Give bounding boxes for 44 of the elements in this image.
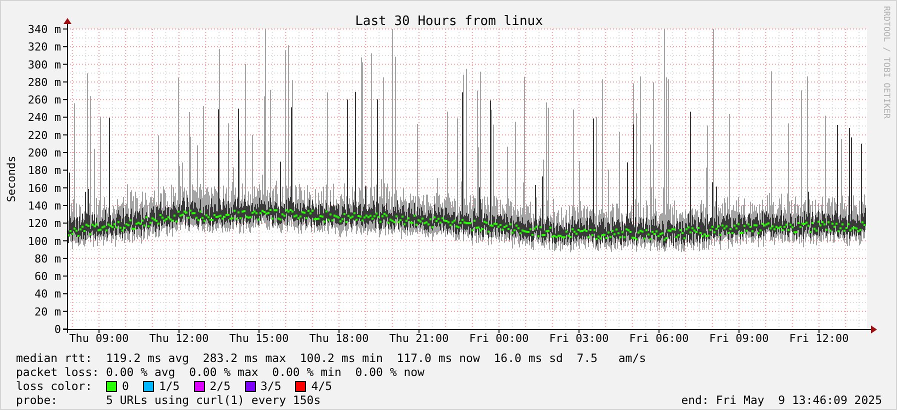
legend-label: median rtt: — [16, 351, 94, 365]
probe-text: 5 URLs using curl(1) every 150s — [106, 393, 321, 407]
x-tick-label: Thu 12:00 — [149, 332, 209, 345]
credit-text: RRDTOOL / TOBI OETIKER — [881, 6, 891, 119]
y-tick-label: 260 m — [28, 94, 61, 107]
y-tick-label: 20 m — [34, 305, 61, 318]
y-tick-label: 220 m — [28, 128, 61, 142]
y-tick-label: 300 m — [28, 58, 61, 72]
y-tick-label: 240 m — [28, 111, 61, 124]
y-axis-title: Seconds — [5, 156, 18, 202]
y-tick-label: 80 m — [34, 252, 61, 266]
x-tick-label: Thu 21:00 — [389, 332, 449, 345]
x-tick-label: Fri 12:00 — [789, 332, 849, 345]
y-tick-label: 340 m — [28, 23, 61, 36]
legend-label: loss color: — [16, 379, 94, 393]
x-tick-label: Thu 09:00 — [69, 332, 129, 345]
y-tick-label: 140 m — [28, 199, 61, 212]
swatch-label: 1/5 — [158, 379, 180, 393]
legend-label: packet loss: — [16, 365, 100, 379]
y-tick-label: 160 m — [28, 182, 61, 195]
x-tick-label: Fri 06:00 — [629, 332, 689, 345]
y-tick-label: 60 m — [34, 270, 61, 284]
chart-title: Last 30 Hours from linux — [355, 14, 543, 29]
x-tick-label: Fri 09:00 — [709, 332, 769, 345]
y-tick-label: 0 — [54, 323, 61, 336]
end-time: end: Fri May 9 13:46:09 2025 — [681, 393, 882, 407]
swatch-label: 3/5 — [260, 379, 282, 393]
stats-text: 119.2 ms avg 283.2 ms max 100.2 ms min 117.0 ms now 16.0 ms sd 7.5 am/s — [106, 351, 646, 365]
x-tick-label: Fri 00:00 — [469, 332, 529, 345]
x-tick-label: Thu 15:00 — [229, 332, 289, 345]
y-tick-label: 100 m — [28, 234, 61, 248]
y-tick-label: 200 m — [28, 146, 61, 160]
y-tick-label: 280 m — [28, 76, 61, 89]
stats-text: 0.00 % avg 0.00 % max 0.00 % min 0.00 % now — [106, 365, 424, 379]
x-tick-label: Fri 03:00 — [549, 332, 609, 345]
swatch-label: 2/5 — [210, 379, 230, 393]
y-tick-label: 40 m — [34, 288, 61, 301]
y-tick-label: 180 m — [28, 164, 61, 178]
x-tick-label: Thu 18:00 — [309, 332, 369, 345]
swatch-label: 0 — [122, 379, 129, 393]
legend-label: probe: — [16, 393, 59, 407]
y-tick-label: 120 m — [28, 217, 61, 230]
y-tick-label: 320 m — [28, 40, 61, 54]
swatch-label: 4/5 — [311, 379, 332, 393]
